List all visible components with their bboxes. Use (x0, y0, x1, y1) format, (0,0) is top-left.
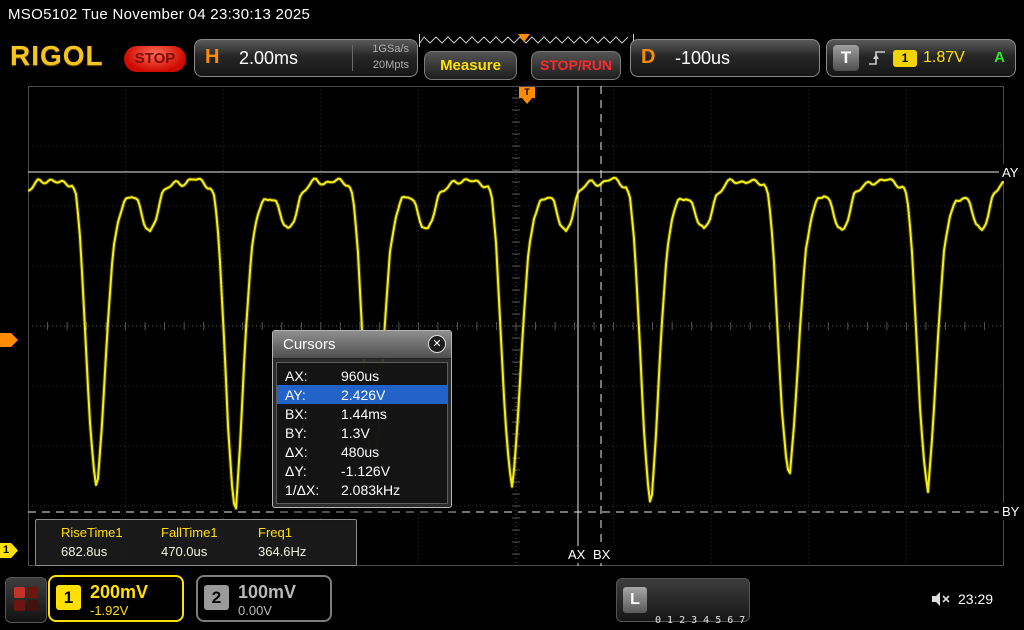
channel1-scale: 200mV (90, 582, 148, 603)
digital-channel-numbers: 0 1 2 3 4 5 6 7 8 9 10 11 12 13 14 15 (655, 586, 781, 630)
menu-grid-square (27, 587, 38, 598)
channel1-offset: -1.92V (90, 603, 128, 618)
measurement-label: FallTime1 (161, 525, 218, 540)
clock: 23:29 (958, 591, 993, 607)
cursors-popup-title: Cursors (283, 336, 336, 353)
memory-strip-canvas (418, 33, 635, 48)
channel2-badge: 2 (204, 585, 229, 610)
delay-label: D (641, 46, 655, 69)
cursor-row-bx[interactable]: BX: 1.44ms (277, 404, 447, 423)
horizontal-timebase-panel[interactable]: H 2.00ms 1GSa/s 20Mpts (194, 39, 418, 77)
channel1-badge: 1 (56, 585, 81, 610)
model-and-datetime: MSO5102 Tue November 04 23:30:13 2025 (8, 6, 310, 23)
trigger-label: T (833, 45, 859, 71)
cursor-row-by[interactable]: BY: 1.3V (277, 423, 447, 442)
cursor-row-value: 480us (341, 444, 379, 460)
scope-canvas (28, 86, 1004, 566)
oscilloscope-screen: MSO5102 Tue November 04 23:30:13 2025 RI… (0, 0, 1024, 630)
delay-value: -100us (675, 48, 730, 69)
rigol-logo: RIGOL (10, 40, 104, 72)
cursors-popup-body: AX: 960us AY: 2.426V BX: 1.44ms BY: 1.3V… (276, 362, 448, 504)
ch1-trace-glow (28, 178, 1004, 509)
trigger-mode: A (994, 49, 1005, 66)
channel2-block[interactable]: 2 100mV 0.00V (196, 575, 332, 622)
cursor-row-label: AX: (285, 368, 341, 384)
menu-grid-square (27, 600, 38, 611)
measurement-item: Freq1 364.6Hz (258, 525, 306, 559)
cursor-row-label: ΔX: (285, 444, 341, 460)
memory-depth: 20Mpts (373, 59, 409, 71)
measurement-value: 470.0us (161, 544, 218, 559)
horizontal-label: H (205, 46, 219, 69)
trigger-slope-icon (867, 48, 887, 68)
trigger-panel[interactable]: T 1 1.87V A (826, 39, 1016, 77)
measurement-readout-panel: RiseTime1 682.8us FallTime1 470.0us Freq… (35, 519, 357, 566)
menu-grid-button[interactable] (5, 577, 47, 623)
measurement-item: FallTime1 470.0us (161, 525, 218, 559)
channel1-block[interactable]: 1 200mV -1.92V (48, 575, 184, 622)
measure-button[interactable]: Measure (424, 51, 517, 80)
cursor-row-value: 2.083kHz (341, 482, 400, 498)
measurement-value: 364.6Hz (258, 544, 306, 559)
trigger-source-badge: 1 (893, 50, 917, 67)
cursor-row-inv-dx[interactable]: 1/ΔX: 2.083kHz (277, 480, 447, 499)
cursor-row-value: 1.44ms (341, 406, 387, 422)
cursor-row-value: -1.126V (341, 463, 390, 479)
cursor-by-handle[interactable]: BY (999, 503, 1022, 520)
cursor-row-label: ΔY: (285, 463, 341, 479)
measurement-item: RiseTime1 682.8us (61, 525, 123, 559)
measurement-value: 682.8us (61, 544, 123, 559)
trigger-level-marker[interactable] (0, 333, 18, 347)
cursor-ax-handle[interactable]: AX (564, 546, 589, 563)
cursor-row-value: 960us (341, 368, 379, 384)
delay-panel[interactable]: D -100us (630, 39, 820, 77)
cursor-row-label: 1/ΔX: (285, 482, 341, 498)
cursors-popup-titlebar[interactable]: Cursors ✕ (273, 331, 451, 359)
channel2-scale: 100mV (238, 582, 296, 603)
measurement-label: RiseTime1 (61, 525, 123, 540)
speaker-muted-icon[interactable] (931, 591, 951, 607)
panel-divider (352, 45, 353, 71)
timebase-value: 2.00ms (239, 48, 298, 69)
waveform-display-area[interactable] (28, 86, 1004, 566)
trigger-level-value: 1.87V (923, 49, 965, 67)
menu-grid-square (14, 587, 25, 598)
measurement-label: Freq1 (258, 525, 306, 540)
stop-run-button[interactable]: STOP/RUN (531, 51, 621, 80)
channel1-offset-marker[interactable]: 1 (0, 543, 18, 558)
trigger-position-marker[interactable]: T (519, 87, 535, 98)
cursor-row-dy[interactable]: ΔY: -1.126V (277, 461, 447, 480)
cursor-row-label: BY: (285, 425, 341, 441)
acquisition-status-badge: STOP (124, 46, 186, 72)
close-icon[interactable]: ✕ (428, 335, 446, 353)
cursor-row-dx[interactable]: ΔX: 480us (277, 442, 447, 461)
menu-grid-square (14, 600, 25, 611)
cursor-row-ax[interactable]: AX: 960us (277, 366, 447, 385)
memory-position-strip[interactable] (418, 33, 635, 48)
cursor-bx-handle[interactable]: BX (589, 546, 614, 563)
cursors-popup: Cursors ✕ AX: 960us AY: 2.426V BX: 1.44m… (272, 330, 452, 508)
cursor-row-ay[interactable]: AY: 2.426V (277, 385, 447, 404)
sample-rate: 1GSa/s (372, 43, 409, 55)
cursor-ay-handle[interactable]: AY (999, 164, 1021, 181)
cursor-row-value: 2.426V (341, 387, 385, 403)
cursor-row-label: AY: (285, 387, 341, 403)
channel2-offset: 0.00V (238, 603, 272, 618)
digital-channels-row1: 0 1 2 3 4 5 6 7 (655, 614, 781, 628)
cursor-row-label: BX: (285, 406, 341, 422)
cursor-row-value: 1.3V (341, 425, 370, 441)
logic-analyzer-badge: L (623, 587, 647, 613)
logic-analyzer-block[interactable]: L 0 1 2 3 4 5 6 7 8 9 10 11 12 13 14 15 (616, 578, 750, 622)
